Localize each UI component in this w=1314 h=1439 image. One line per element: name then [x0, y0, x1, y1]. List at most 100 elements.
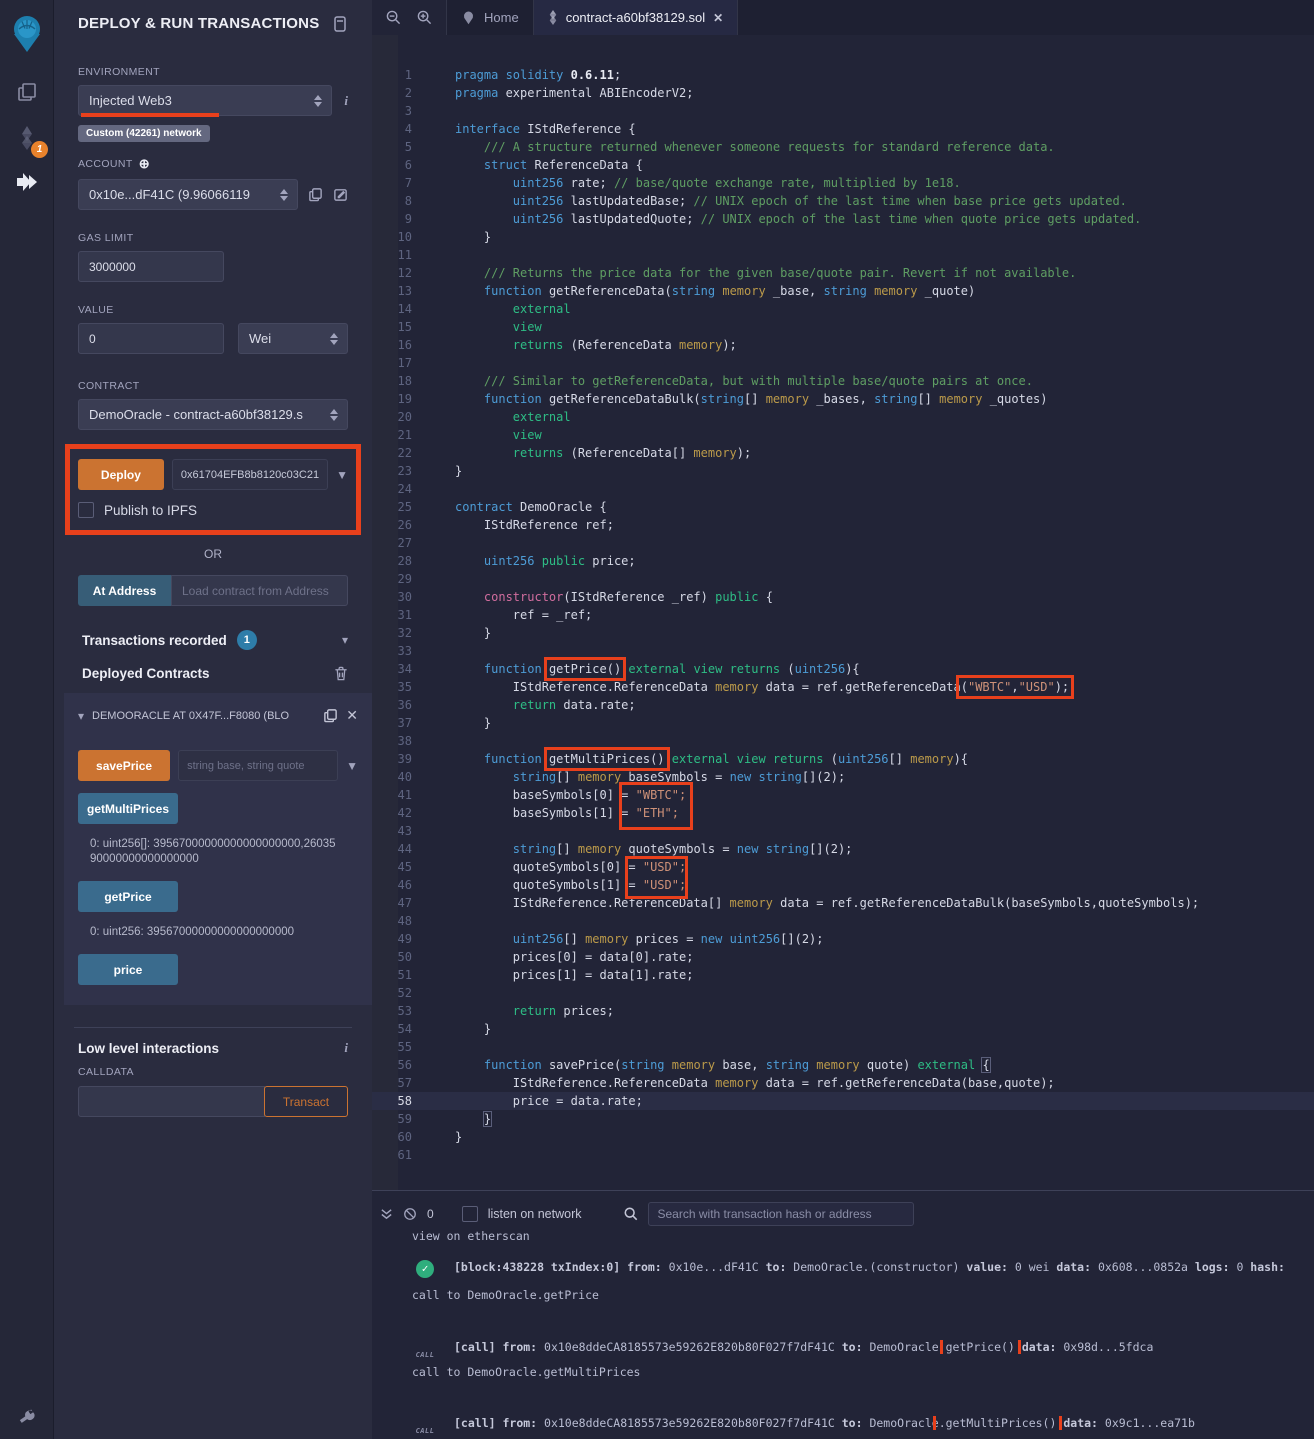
terminal-row[interactable]: [block:438228 txIndex:0] from: 0x10e...d…	[454, 1260, 1308, 1274]
code-line[interactable]: 24	[372, 480, 1314, 498]
collapse-terminal-icon[interactable]	[380, 1208, 393, 1221]
code-line[interactable]: 14 external	[372, 300, 1314, 318]
environment-info-icon[interactable]: i	[344, 93, 348, 109]
collapse-contract-icon[interactable]: ▾	[78, 709, 84, 723]
terminal-row[interactable]: [call] from: 0x10e8ddeCA8185573e59262E82…	[454, 1416, 1308, 1430]
code-line[interactable]: 57 IStdReference.ReferenceData memory da…	[372, 1074, 1314, 1092]
price-button[interactable]: price	[78, 954, 178, 985]
code-line[interactable]: 56 function savePrice(string memory base…	[372, 1056, 1314, 1074]
solidity-compiler-icon[interactable]: 1	[0, 116, 54, 160]
code-line[interactable]: 32 }	[372, 624, 1314, 642]
at-address-input[interactable]	[171, 575, 348, 606]
zoom-in-icon[interactable]	[417, 10, 432, 25]
code-line[interactable]: 25contract DemoOracle {	[372, 498, 1314, 516]
code-line[interactable]: 1pragma solidity 0.6.11;	[372, 66, 1314, 84]
code-line[interactable]: 49 uint256[] memory prices = new uint256…	[372, 930, 1314, 948]
deploy-run-icon[interactable]	[0, 160, 54, 204]
code-line[interactable]: 55	[372, 1038, 1314, 1056]
code-line[interactable]: 28 uint256 public price;	[372, 552, 1314, 570]
value-input[interactable]	[78, 323, 224, 354]
code-line[interactable]: 29	[372, 570, 1314, 588]
calldata-input[interactable]	[78, 1086, 265, 1117]
account-select[interactable]: 0x10e...dF41C (9.96066119	[78, 179, 298, 210]
listen-network-checkbox[interactable]	[462, 1206, 478, 1222]
code-line[interactable]: 46 quoteSymbols[1] = "USD";	[372, 876, 1314, 894]
trash-icon[interactable]	[334, 666, 348, 681]
code-line[interactable]: 17	[372, 354, 1314, 372]
saveprice-button[interactable]: savePrice	[78, 750, 170, 781]
file-explorer-icon[interactable]	[0, 70, 54, 114]
tab-contract-file[interactable]: contract-a60bf38129.sol ✕	[534, 0, 739, 35]
code-area[interactable]: 1pragma solidity 0.6.11;2pragma experime…	[372, 35, 1314, 1190]
code-line[interactable]: 9 uint256 lastUpdatedQuote; // UNIX epoc…	[372, 210, 1314, 228]
code-line[interactable]: 45 quoteSymbols[0] = "USD";	[372, 858, 1314, 876]
environment-select[interactable]: Injected Web3	[78, 85, 332, 116]
tab-home[interactable]: Home	[446, 0, 534, 35]
code-line[interactable]: 51 prices[1] = data[1].rate;	[372, 966, 1314, 984]
code-line[interactable]: 53 return prices;	[372, 1002, 1314, 1020]
code-line[interactable]: 36 return data.rate;	[372, 696, 1314, 714]
code-line[interactable]: 33	[372, 642, 1314, 660]
close-tab-icon[interactable]: ✕	[713, 11, 723, 25]
code-line[interactable]: 30 constructor(IStdReference _ref) publi…	[372, 588, 1314, 606]
code-line[interactable]: 10 }	[372, 228, 1314, 246]
add-account-icon[interactable]: ⊕	[139, 156, 150, 172]
code-line[interactable]: 13 function getReferenceData(string memo…	[372, 282, 1314, 300]
terminal-row[interactable]: call to DemoOracle.getPrice	[412, 1288, 1308, 1302]
value-unit-select[interactable]: Wei	[238, 323, 348, 354]
code-line[interactable]: 34 function getPrice() external view ret…	[372, 660, 1314, 678]
terminal-search-input[interactable]	[648, 1202, 914, 1226]
code-line[interactable]: 23}	[372, 462, 1314, 480]
code-line[interactable]: 58 price = data.rate;	[372, 1092, 1314, 1110]
code-line[interactable]: 4interface IStdReference {	[372, 120, 1314, 138]
code-line[interactable]: 47 IStdReference.ReferenceData[] memory …	[372, 894, 1314, 912]
code-line[interactable]: 61	[372, 1146, 1314, 1164]
code-line[interactable]: 31 ref = _ref;	[372, 606, 1314, 624]
expand-method-icon[interactable]: ▼	[346, 759, 358, 773]
code-line[interactable]: 60}	[372, 1128, 1314, 1146]
code-line[interactable]: 27	[372, 534, 1314, 552]
plugin-manager-icon[interactable]	[0, 1405, 54, 1427]
code-line[interactable]: 40 string[] memory baseSymbols = new str…	[372, 768, 1314, 786]
at-address-button[interactable]: At Address	[78, 575, 171, 606]
code-line[interactable]: 44 string[] memory quoteSymbols = new st…	[372, 840, 1314, 858]
zoom-out-icon[interactable]	[386, 10, 401, 25]
code-line[interactable]: 22 returns (ReferenceData[] memory);	[372, 444, 1314, 462]
code-line[interactable]: 59 }	[372, 1110, 1314, 1128]
code-line[interactable]: 20 external	[372, 408, 1314, 426]
code-line[interactable]: 48	[372, 912, 1314, 930]
sign-message-icon[interactable]	[333, 187, 348, 202]
terminal-row[interactable]: [call] from: 0x10e8ddeCA8185573e59262E82…	[454, 1340, 1308, 1354]
code-line[interactable]: 38	[372, 732, 1314, 750]
code-line[interactable]: 43	[372, 822, 1314, 840]
code-line[interactable]: 5 /// A structure returned whenever some…	[372, 138, 1314, 156]
remove-contract-icon[interactable]: ✕	[346, 707, 358, 724]
saveprice-args-input[interactable]	[178, 750, 338, 781]
getprice-button[interactable]: getPrice	[78, 881, 178, 912]
getmultiprices-button[interactable]: getMultiPrices	[78, 793, 178, 824]
code-line[interactable]: 21 view	[372, 426, 1314, 444]
code-line[interactable]: 12 /// Returns the price data for the gi…	[372, 264, 1314, 282]
code-line[interactable]: 26 IStdReference ref;	[372, 516, 1314, 534]
terminal-row[interactable]: view on etherscan	[412, 1229, 1308, 1243]
code-line[interactable]: 50 prices[0] = data[0].rate;	[372, 948, 1314, 966]
pin-panel-icon[interactable]	[332, 16, 348, 32]
code-line[interactable]: 16 returns (ReferenceData memory);	[372, 336, 1314, 354]
code-line[interactable]: 6 struct ReferenceData {	[372, 156, 1314, 174]
code-line[interactable]: 54 }	[372, 1020, 1314, 1038]
chevron-down-icon[interactable]: ▾	[342, 633, 348, 647]
deploy-button[interactable]: Deploy	[78, 459, 164, 490]
constructor-arg-input[interactable]: 0x61704EFB8b8120c03C21	[172, 459, 328, 490]
copy-account-icon[interactable]	[308, 187, 323, 202]
code-line[interactable]: 2pragma experimental ABIEncoderV2;	[372, 84, 1314, 102]
code-line[interactable]: 8 uint256 lastUpdatedBase; // UNIX epoch…	[372, 192, 1314, 210]
code-line[interactable]: 41 baseSymbols[0] = "WBTC";	[372, 786, 1314, 804]
code-line[interactable]: 18 /// Similar to getReferenceData, but …	[372, 372, 1314, 390]
code-line[interactable]: 19 function getReferenceDataBulk(string[…	[372, 390, 1314, 408]
chevron-down-icon[interactable]: ▼	[336, 468, 348, 482]
contract-select[interactable]: DemoOracle - contract-a60bf38129.s	[78, 399, 348, 430]
code-line[interactable]: 37 }	[372, 714, 1314, 732]
code-line[interactable]: 35 IStdReference.ReferenceData memory da…	[372, 678, 1314, 696]
code-line[interactable]: 39 function getMultiPrices() external vi…	[372, 750, 1314, 768]
code-line[interactable]: 42 baseSymbols[1] = "ETH";	[372, 804, 1314, 822]
